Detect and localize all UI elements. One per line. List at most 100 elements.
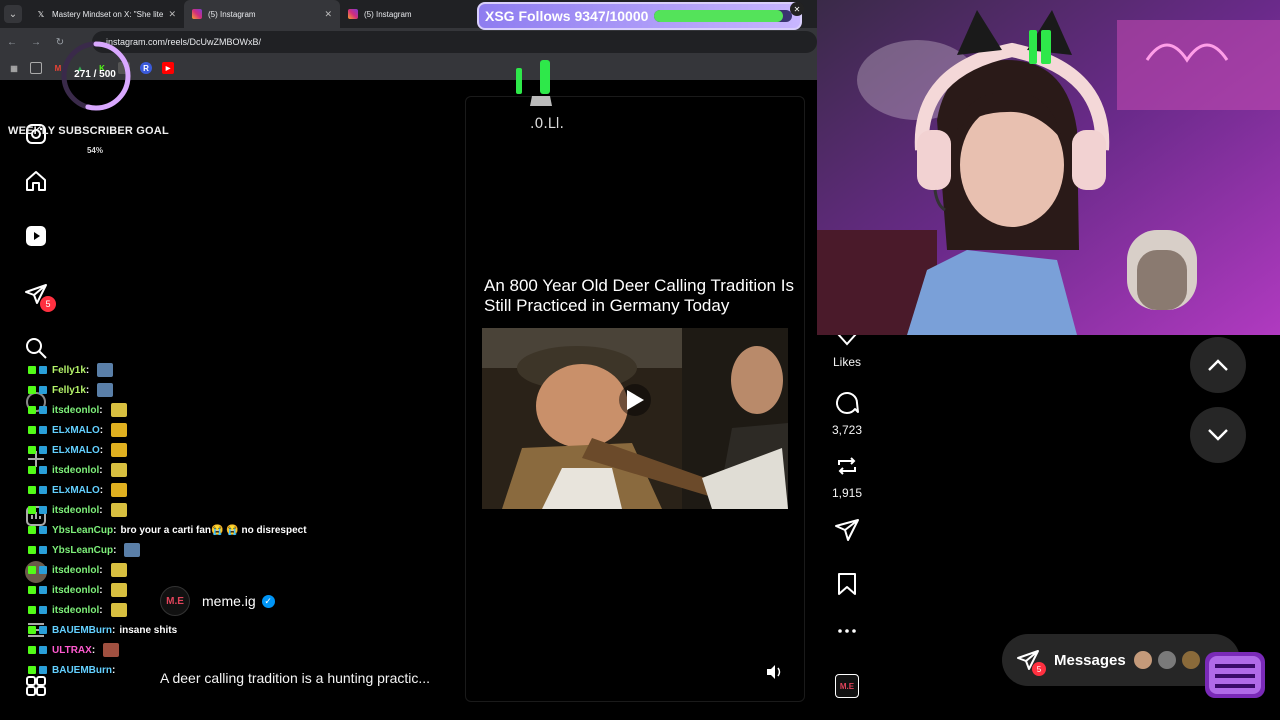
chat-message: BAUEMBurn : insane shits — [28, 620, 177, 640]
kick-badge-icon — [28, 486, 36, 494]
chat-username[interactable]: ELxMALO — [52, 485, 100, 496]
author-avatar[interactable]: M.E — [160, 586, 190, 616]
close-icon[interactable]: ✕ — [168, 9, 176, 20]
chat-text: bro your a carti fan😭 😭 no disrespect — [120, 524, 307, 536]
subscriber-badge-icon — [39, 366, 47, 374]
share-button[interactable] — [828, 518, 866, 547]
chat-emote — [103, 643, 120, 657]
chat-username[interactable]: Felly1k — [52, 365, 86, 376]
chat-separator: : — [99, 464, 103, 476]
chat-message: itsdeonlol : — [28, 400, 127, 420]
forward-icon[interactable]: → — [24, 37, 48, 48]
chat-separator: : — [112, 664, 116, 676]
chat-username[interactable]: BAUEMBurn — [52, 625, 112, 636]
chat-message: Felly1k : — [28, 380, 114, 400]
reel-caption[interactable]: A deer calling tradition is a hunting pr… — [160, 670, 430, 686]
back-icon[interactable]: ← — [0, 37, 24, 48]
author-name[interactable]: meme.ig — [202, 593, 256, 609]
chat-message: BAUEMBurn : — [28, 660, 119, 680]
folder-icon[interactable] — [30, 62, 42, 74]
chat-separator: : — [99, 504, 103, 516]
audio-thumbnail[interactable]: M.E — [828, 674, 866, 698]
tab-instagram-1[interactable]: (5) Instagram ✕ — [184, 0, 340, 28]
ellipsis-icon — [838, 629, 856, 633]
volume-button[interactable] — [764, 662, 784, 682]
play-button[interactable] — [619, 384, 651, 416]
reels-icon[interactable] — [22, 222, 50, 250]
chat-username[interactable]: ULTRAX — [52, 645, 92, 656]
chat-username[interactable]: itsdeonlol — [52, 405, 99, 416]
chat-message: ULTRAX : — [28, 640, 120, 660]
chat-message: itsdeonlol : — [28, 560, 127, 580]
chat-separator: : — [99, 484, 104, 496]
comment-button[interactable]: 3,723 — [828, 390, 866, 437]
likes-label: Likes — [832, 355, 861, 369]
chat-message: itsdeonlol : — [28, 460, 127, 480]
tab-search-button[interactable]: ⌄ — [4, 5, 22, 23]
more-options-button[interactable] — [828, 622, 866, 640]
kick-badge-icon — [28, 426, 36, 434]
subscriber-badge-icon — [39, 466, 47, 474]
url-input[interactable]: instagram.com/reels/DcUwZMBOWxB/ — [92, 31, 817, 53]
reel-video[interactable] — [482, 328, 788, 509]
subscriber-badge-icon — [39, 446, 47, 454]
subscriber-badge-icon — [39, 546, 47, 554]
chat-username[interactable]: ELxMALO — [52, 445, 100, 456]
like-button[interactable]: Likes — [828, 332, 866, 369]
chat-username[interactable]: Felly1k — [52, 385, 86, 396]
bookmark-icon — [838, 573, 856, 595]
comment-icon — [836, 392, 859, 414]
chevron-down-icon — [1208, 429, 1228, 441]
chat-username[interactable]: itsdeonlol — [52, 605, 99, 616]
r-bookmark-icon[interactable]: R — [140, 62, 152, 74]
chat-message: Felly1k : — [28, 360, 114, 380]
subscriber-badge-icon — [39, 566, 47, 574]
chat-username[interactable]: YbsLeanCup — [52, 545, 113, 556]
tab-instagram-2[interactable]: (5) Instagram — [340, 0, 496, 28]
close-icon[interactable]: ✕ — [324, 9, 332, 20]
avatar — [1132, 649, 1154, 671]
chat-username[interactable]: itsdeonlol — [52, 505, 99, 516]
kick-badge-icon — [28, 366, 36, 374]
youtube-icon[interactable]: ▶ — [162, 62, 174, 74]
chat-username[interactable]: YbsLeanCup — [52, 525, 113, 536]
next-reel-button[interactable] — [1190, 407, 1246, 463]
home-icon[interactable] — [22, 167, 50, 195]
tab-title: Mastery Mindset on X: "She lite — [52, 9, 164, 19]
chat-emote — [111, 483, 128, 497]
subscriber-goal-percent: 54% — [86, 146, 103, 155]
instagram-icon — [192, 9, 202, 19]
comment-count: 3,723 — [831, 423, 863, 437]
reel-title: An 800 Year Old Deer Calling Tradition I… — [484, 276, 794, 315]
chat-emote — [124, 543, 141, 557]
chat-emote — [97, 363, 114, 377]
subscriber-count: 271 / 500 — [74, 69, 116, 80]
search-icon[interactable] — [22, 334, 50, 362]
subscriber-badge-icon — [39, 506, 47, 514]
messages-nav-item[interactable]: 5 — [22, 280, 56, 312]
apps-grid-icon[interactable]: ▦ — [8, 62, 20, 74]
reel-author[interactable]: M.E meme.ig ✓ — [160, 586, 275, 616]
chat-username[interactable]: BAUEMBurn — [52, 665, 112, 676]
chat-emote — [111, 423, 128, 437]
avatar — [1156, 649, 1178, 671]
save-button[interactable] — [828, 572, 866, 601]
chat-username[interactable]: itsdeonlol — [52, 585, 99, 596]
chat-username[interactable]: ELxMALO — [52, 425, 100, 436]
chat-message: itsdeonlol : — [28, 500, 127, 520]
chat-separator: : — [99, 584, 103, 596]
chat-text: insane shits — [119, 624, 178, 636]
repost-button[interactable]: 1,915 — [828, 453, 866, 500]
subscriber-badge-icon — [39, 526, 47, 534]
subscriber-badge-icon — [39, 426, 47, 434]
subscriber-badge-icon — [39, 606, 47, 614]
chat-emote — [110, 403, 127, 417]
chat-username[interactable]: itsdeonlol — [52, 565, 99, 576]
previous-reel-button[interactable] — [1190, 337, 1246, 393]
chat-username[interactable]: itsdeonlol — [52, 465, 99, 476]
chat-message: itsdeonlol : — [28, 600, 127, 620]
tab-x[interactable]: 𝕏 Mastery Mindset on X: "She lite ✕ — [28, 0, 184, 28]
kick-badge-icon — [28, 386, 36, 394]
chat-message: YbsLeanCup : — [28, 540, 141, 560]
chat-message: itsdeonlol : — [28, 580, 127, 600]
